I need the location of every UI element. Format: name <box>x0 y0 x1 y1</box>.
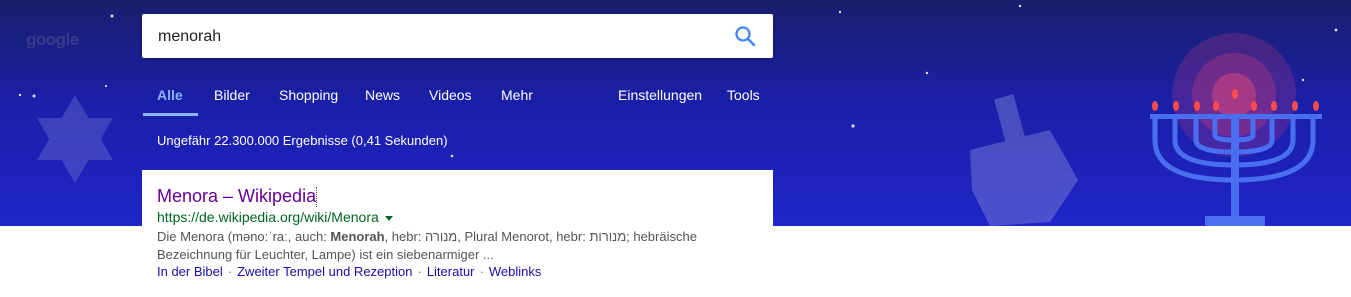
search-input[interactable] <box>156 14 720 60</box>
sitelink-in-der-bibel[interactable]: In der Bibel <box>157 264 223 279</box>
sitelink-separator: · <box>479 264 484 279</box>
tools-button[interactable]: Tools <box>727 87 760 103</box>
snippet-text-a: Die Menora (məno:ˈraː, auch: <box>157 229 331 244</box>
result-title-link[interactable]: Menora – Wikipedia <box>157 186 316 207</box>
settings-button[interactable]: Einstellungen <box>618 87 702 103</box>
snippet-text-b: , hebr: מנורה, Plural Menorot, hebr: מנו… <box>384 229 697 244</box>
tab-videos[interactable]: Videos <box>429 87 472 103</box>
dreidel-icon <box>970 94 1078 226</box>
tab-news[interactable]: News <box>365 87 400 103</box>
active-tab-indicator <box>143 113 198 116</box>
tab-bilder[interactable]: Bilder <box>214 87 250 103</box>
result-url-text: https://de.wikipedia.org/wiki/Menora <box>157 209 379 225</box>
menorah-icon <box>1150 33 1322 226</box>
result-stats: Ungefähr 22.300.000 Ergebnisse (0,41 Sek… <box>157 133 448 148</box>
url-dropdown-icon[interactable] <box>384 215 393 221</box>
google-logo[interactable]: google <box>26 30 79 50</box>
tab-shopping[interactable]: Shopping <box>279 87 338 103</box>
sitelink-separator: · <box>417 264 422 279</box>
tab-alle[interactable]: Alle <box>157 87 183 103</box>
sitelink-weblinks[interactable]: Weblinks <box>489 264 542 279</box>
search-box <box>142 14 773 60</box>
result-url: https://de.wikipedia.org/wiki/Menora <box>157 209 393 225</box>
sitelink-separator: · <box>227 264 233 279</box>
result-snippet: Die Menora (məno:ˈraː, auch: Menorah, he… <box>157 228 737 264</box>
text-cursor <box>316 187 318 207</box>
snippet-text-line2: Bezeichnung für Leuchter, Lampe) ist ein… <box>157 247 494 262</box>
sitelink-zweiter-tempel[interactable]: Zweiter Tempel und Rezeption <box>237 264 412 279</box>
sitelink-literatur[interactable]: Literatur <box>427 264 475 279</box>
search-icon[interactable] <box>733 24 757 48</box>
snippet-highlight: Menorah <box>330 229 385 244</box>
star-of-david-icon <box>37 95 113 183</box>
sitelinks: In der Bibel · Zweiter Tempel und Rezeptio… <box>157 264 541 279</box>
tab-mehr[interactable]: Mehr <box>501 87 533 103</box>
